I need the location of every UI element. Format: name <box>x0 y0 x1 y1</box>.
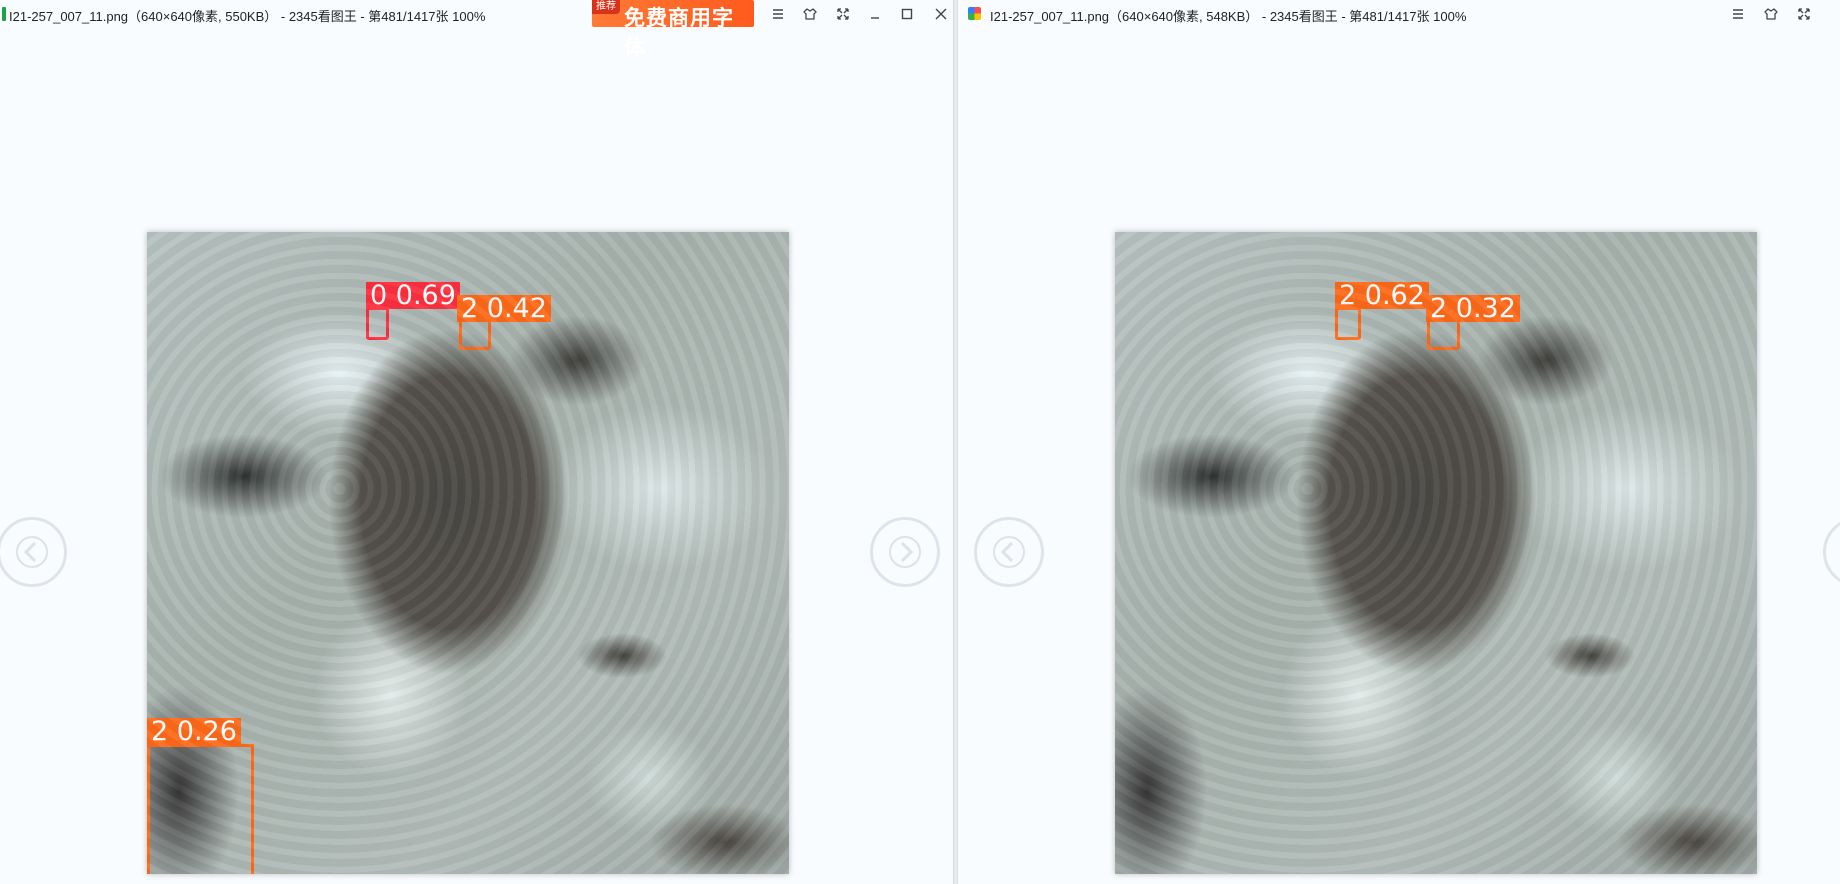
app-icon <box>968 7 981 20</box>
maximize-icon[interactable] <box>895 4 919 24</box>
microscope-image: 2 0.62 2 0.32 <box>1115 232 1757 874</box>
prev-image-button[interactable] <box>974 517 1044 587</box>
ad-text: 免费商用字体 <box>624 7 734 60</box>
detection-box <box>1335 307 1361 340</box>
detection-label: 2 0.62 <box>1335 282 1429 309</box>
fullscreen-icon[interactable] <box>1792 4 1816 24</box>
next-image-button[interactable] <box>870 517 940 587</box>
ad-tag: 推荐 <box>592 0 620 14</box>
detection-label: 2 0.42 <box>457 295 551 322</box>
skin-icon[interactable] <box>798 4 822 24</box>
window-title: I21-257_007_11.png（640×640像素, 548KB） - 2… <box>990 9 1467 24</box>
app-icon <box>2 7 6 21</box>
menu-icon[interactable] <box>766 4 790 24</box>
prev-image-button[interactable] <box>0 517 67 587</box>
detection-label: 0 0.69 <box>366 282 460 309</box>
detection-box <box>366 307 389 340</box>
microscope-image: 0 0.69 2 0.42 2 0.26 <box>147 232 789 874</box>
menu-icon[interactable] <box>1726 4 1750 24</box>
left-titlebar[interactable]: I21-257_007_11.png（640×640像素, 550KB） - 2… <box>0 0 953 60</box>
close-icon[interactable] <box>929 4 953 24</box>
detection-label: 2 0.26 <box>147 718 241 745</box>
ad-banner[interactable]: 推荐 免费商用字体 <box>592 0 754 60</box>
left-viewer-window: I21-257_007_11.png（640×640像素, 550KB） - 2… <box>0 0 953 884</box>
detection-box <box>147 744 254 874</box>
right-titlebar[interactable]: I21-257_007_11.png（640×640像素, 548KB） - 2… <box>958 0 1840 28</box>
right-viewer-window: I21-257_007_11.png（640×640像素, 548KB） - 2… <box>958 0 1840 884</box>
chevron-left-icon <box>16 536 48 568</box>
detection-label: 2 0.32 <box>1426 295 1520 322</box>
next-image-button[interactable] <box>1823 517 1840 587</box>
chevron-right-icon <box>889 536 921 568</box>
fullscreen-icon[interactable] <box>831 4 855 24</box>
minimize-icon[interactable] <box>863 4 887 24</box>
skin-icon[interactable] <box>1759 4 1783 24</box>
window-title: I21-257_007_11.png（640×640像素, 550KB） - 2… <box>9 9 486 24</box>
chevron-left-icon <box>993 536 1025 568</box>
